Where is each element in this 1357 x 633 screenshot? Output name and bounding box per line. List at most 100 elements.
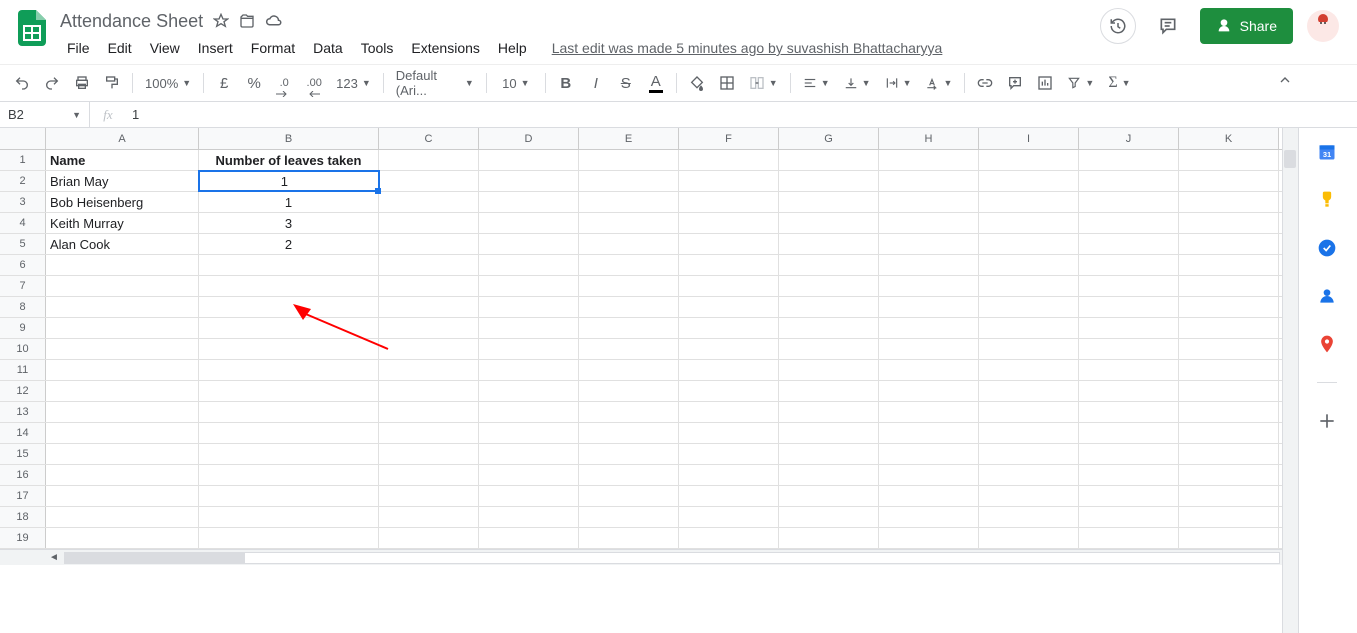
cell[interactable] — [199, 486, 379, 506]
italic-icon[interactable]: I — [582, 69, 610, 97]
cell[interactable] — [479, 381, 579, 401]
cell[interactable] — [199, 360, 379, 380]
cell[interactable] — [1079, 192, 1179, 212]
select-all-corner[interactable] — [0, 128, 46, 149]
cell[interactable] — [1079, 423, 1179, 443]
cell[interactable] — [379, 402, 479, 422]
cell[interactable] — [379, 444, 479, 464]
cell[interactable] — [579, 423, 679, 443]
insert-chart-icon[interactable] — [1031, 69, 1059, 97]
col-header[interactable]: E — [579, 128, 679, 149]
cell[interactable] — [1179, 360, 1279, 380]
cell[interactable] — [679, 276, 779, 296]
cell[interactable] — [679, 465, 779, 485]
cell[interactable] — [379, 528, 479, 548]
cell[interactable] — [199, 465, 379, 485]
cell[interactable] — [579, 444, 679, 464]
bold-icon[interactable]: B — [552, 69, 580, 97]
cell[interactable] — [579, 318, 679, 338]
star-icon[interactable] — [213, 13, 229, 29]
version-history-icon[interactable] — [1100, 8, 1136, 44]
formula-input[interactable]: 1 — [126, 107, 1357, 122]
cell[interactable] — [979, 465, 1079, 485]
cell[interactable] — [1179, 528, 1279, 548]
undo-icon[interactable] — [8, 69, 36, 97]
cell[interactable] — [779, 339, 879, 359]
cell[interactable] — [879, 318, 979, 338]
increase-decimal-icon[interactable]: .00 — [300, 69, 328, 97]
cell[interactable] — [46, 360, 199, 380]
fill-color-icon[interactable] — [683, 69, 711, 97]
row-header[interactable]: 10 — [0, 339, 46, 359]
cell[interactable] — [979, 444, 1079, 464]
cell[interactable] — [579, 255, 679, 275]
col-header[interactable]: A — [46, 128, 199, 149]
cell[interactable] — [579, 192, 679, 212]
cell[interactable] — [1179, 402, 1279, 422]
cell[interactable] — [779, 213, 879, 233]
insert-comment-icon[interactable] — [1001, 69, 1029, 97]
cell[interactable] — [46, 507, 199, 527]
cell[interactable] — [199, 444, 379, 464]
cell[interactable] — [879, 255, 979, 275]
cell[interactable]: 2 — [199, 234, 379, 254]
cell[interactable] — [479, 276, 579, 296]
cell[interactable]: 3 — [199, 213, 379, 233]
cell[interactable] — [479, 528, 579, 548]
row-header[interactable]: 14 — [0, 423, 46, 443]
cell[interactable] — [979, 339, 1079, 359]
cell[interactable] — [679, 234, 779, 254]
col-header[interactable]: J — [1079, 128, 1179, 149]
horizontal-scrollbar[interactable]: ◄ ► — [0, 549, 1298, 565]
cell[interactable] — [379, 276, 479, 296]
cell[interactable] — [679, 528, 779, 548]
cell[interactable] — [679, 402, 779, 422]
maps-icon[interactable] — [1317, 334, 1337, 354]
account-avatar[interactable] — [1307, 10, 1339, 42]
cell[interactable] — [579, 234, 679, 254]
cell[interactable] — [1079, 213, 1179, 233]
text-rotation-icon[interactable]: ▼ — [919, 71, 958, 95]
cell[interactable] — [979, 150, 1079, 170]
cell[interactable] — [379, 339, 479, 359]
cell[interactable] — [46, 486, 199, 506]
filter-icon[interactable]: ▼ — [1061, 71, 1100, 95]
cell[interactable] — [379, 171, 479, 191]
cell[interactable]: 1 — [199, 192, 379, 212]
cell[interactable] — [1079, 528, 1179, 548]
cell[interactable] — [379, 150, 479, 170]
zoom-select[interactable]: 100%▼ — [139, 71, 197, 95]
cell[interactable] — [679, 507, 779, 527]
cell[interactable]: Keith Murray — [46, 213, 199, 233]
cell[interactable] — [1079, 255, 1179, 275]
doc-title[interactable]: Attendance Sheet — [60, 11, 203, 32]
row-header[interactable]: 6 — [0, 255, 46, 275]
cell[interactable] — [979, 192, 1079, 212]
row-header[interactable]: 9 — [0, 318, 46, 338]
cell[interactable] — [579, 339, 679, 359]
cell[interactable] — [679, 318, 779, 338]
cell[interactable] — [879, 234, 979, 254]
cell[interactable] — [679, 444, 779, 464]
cell[interactable] — [379, 381, 479, 401]
cell[interactable] — [579, 276, 679, 296]
cell[interactable] — [199, 528, 379, 548]
cell[interactable] — [979, 528, 1079, 548]
menu-insert[interactable]: Insert — [191, 36, 240, 60]
font-select[interactable]: Default (Ari...▼ — [390, 71, 480, 95]
col-header[interactable]: F — [679, 128, 779, 149]
text-wrap-icon[interactable]: ▼ — [879, 71, 918, 95]
strikethrough-icon[interactable]: S — [612, 69, 640, 97]
cell[interactable] — [779, 402, 879, 422]
cell[interactable] — [579, 486, 679, 506]
cell[interactable] — [1079, 318, 1179, 338]
cell[interactable] — [679, 213, 779, 233]
cell[interactable] — [479, 234, 579, 254]
cell[interactable] — [979, 255, 1079, 275]
menu-edit[interactable]: Edit — [101, 36, 139, 60]
cell[interactable] — [479, 360, 579, 380]
cell[interactable] — [1179, 486, 1279, 506]
cell[interactable] — [1179, 150, 1279, 170]
cell[interactable] — [879, 465, 979, 485]
cell[interactable] — [379, 192, 479, 212]
